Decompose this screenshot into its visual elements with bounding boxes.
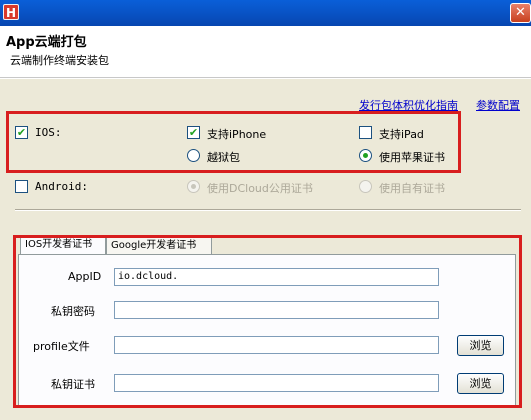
own-cert-label: 使用自有证书 [379,182,445,195]
dialog-title: App云端打包 [6,35,87,50]
section-divider [15,209,521,211]
dialog-body: 发行包体积优化指南 参数配置 ✔ IOS: ✔ 支持iPhone 支持iPad … [0,79,531,420]
ios-checkbox[interactable]: ✔ [15,126,28,139]
app-logo-icon: H [3,4,19,20]
dialog-subtitle: 云端制作终端安装包 [10,54,109,67]
cert-form-highlight-box [13,235,522,408]
iphone-checkbox[interactable]: ✔ [187,126,200,139]
ios-label: IOS: [35,126,62,139]
close-button[interactable]: ✕ [510,3,531,23]
own-cert-radio[interactable] [359,180,372,193]
dcloud-cert-radio[interactable] [187,180,200,193]
jailbreak-radio[interactable] [187,149,200,162]
apple-cert-label: 使用苹果证书 [379,151,445,164]
android-label: Android: [35,180,88,193]
title-bar: H ✕ [0,0,531,26]
ipad-checkbox[interactable] [359,126,372,139]
apple-cert-radio[interactable] [359,149,372,162]
ipad-label: 支持iPad [379,128,424,141]
jailbreak-label: 越狱包 [207,151,240,164]
dcloud-cert-label: 使用DCloud公用证书 [207,182,313,195]
dialog-header: App云端打包 云端制作终端安装包 [0,26,531,78]
params-config-link[interactable]: 参数配置 [476,97,520,113]
android-checkbox[interactable] [15,180,28,193]
iphone-label: 支持iPhone [207,128,267,141]
